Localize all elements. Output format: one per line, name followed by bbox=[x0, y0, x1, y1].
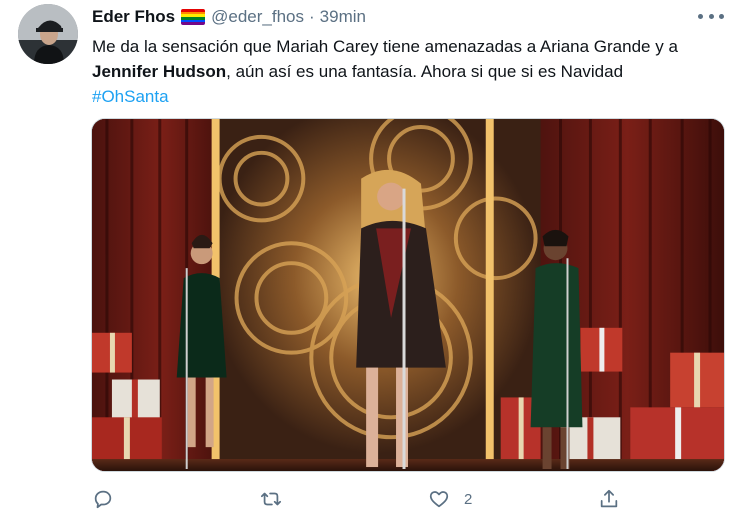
tweet-timestamp[interactable]: 39min bbox=[320, 7, 366, 27]
retweet-icon bbox=[260, 492, 282, 506]
tweet-text-part1: Me da la sensación que Mariah Carey tien… bbox=[92, 37, 678, 56]
heart-icon bbox=[429, 491, 449, 508]
stage-performance-photo bbox=[92, 119, 724, 471]
share-icon bbox=[600, 489, 618, 508]
avatar[interactable] bbox=[18, 4, 78, 64]
author-handle[interactable]: @eder_fhos bbox=[211, 7, 304, 27]
tweet-header: Eder Fhos @eder_fhos · 39min bbox=[92, 6, 366, 28]
reply-icon bbox=[94, 490, 112, 509]
more-options-icon[interactable] bbox=[698, 8, 724, 24]
tweet-text: Me da la sensación que Mariah Carey tien… bbox=[92, 34, 732, 109]
tweet-text-part2: , aún así es una fantasía. Ahora si que … bbox=[226, 62, 624, 81]
tweet-actions: 2 bbox=[92, 484, 632, 514]
share-button[interactable] bbox=[598, 484, 634, 514]
tweet-media-image[interactable] bbox=[91, 118, 725, 472]
mention-jennifer-hudson: Jennifer Hudson bbox=[92, 62, 227, 81]
rainbow-flag-icon bbox=[181, 9, 206, 25]
separator-dot: · bbox=[309, 7, 315, 26]
hashtag-link[interactable]: #OhSanta bbox=[92, 87, 169, 106]
author-name[interactable]: Eder Fhos bbox=[92, 7, 175, 27]
tweet-card[interactable]: Eder Fhos @eder_fhos · 39min Me da la se… bbox=[0, 0, 738, 518]
like-count: 2 bbox=[464, 490, 473, 508]
reply-button[interactable] bbox=[92, 484, 128, 514]
like-button[interactable]: 2 bbox=[428, 484, 472, 514]
avatar-photo bbox=[18, 4, 78, 64]
retweet-button[interactable] bbox=[260, 484, 296, 514]
